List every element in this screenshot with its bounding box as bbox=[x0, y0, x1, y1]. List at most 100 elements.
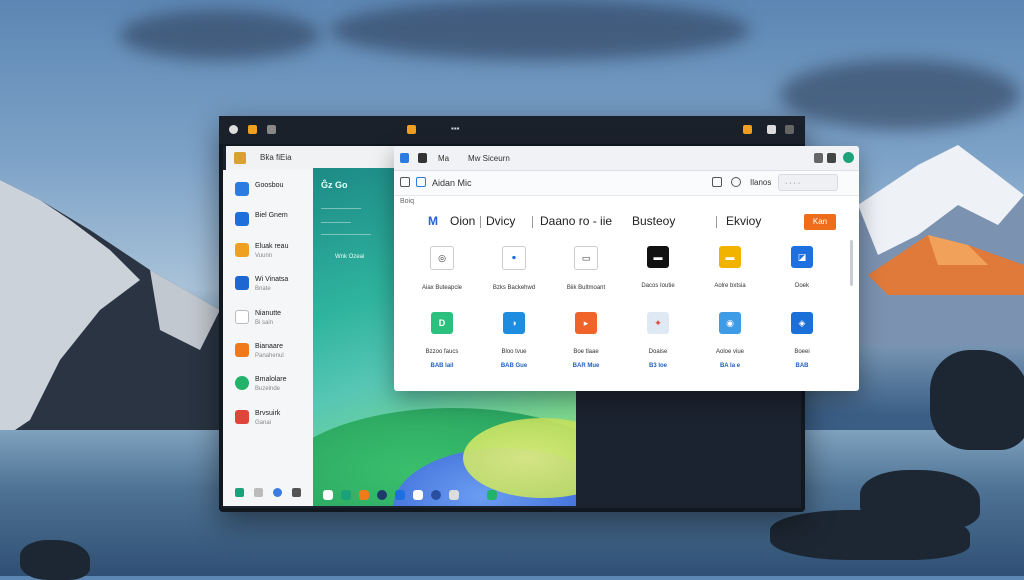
category-tab[interactable]: Busteoy bbox=[632, 214, 675, 228]
app-icon bbox=[235, 182, 249, 196]
view-icon[interactable] bbox=[712, 177, 722, 187]
minimize-icon[interactable] bbox=[827, 153, 836, 163]
panel-title: Ĝz Go bbox=[321, 180, 348, 190]
title-tab[interactable]: Ma bbox=[438, 154, 449, 163]
app-tile[interactable]: ◪ Doek bbox=[766, 246, 838, 289]
app-price[interactable]: BAB bbox=[766, 363, 838, 369]
app-tile[interactable]: ▸ Boe tlaae BAR Mue bbox=[550, 312, 622, 369]
app-tile[interactable]: ▬ Dacos Ioutie bbox=[622, 246, 694, 289]
window-control-icon[interactable] bbox=[785, 125, 794, 134]
back-icon[interactable] bbox=[400, 177, 410, 187]
sidebar-item-subtitle: Bnate bbox=[255, 286, 271, 292]
title-tab[interactable]: Mw Siceurn bbox=[468, 154, 510, 163]
rock bbox=[20, 540, 90, 580]
toolbar-title: Aidan Mic bbox=[432, 178, 472, 188]
app-price[interactable]: BAB lail bbox=[406, 363, 478, 369]
app-tile[interactable]: ▭ Biik Bultmoant bbox=[550, 246, 622, 291]
app-name: Bloo tvue bbox=[501, 349, 527, 355]
toolbar-label[interactable]: Ilanos bbox=[750, 178, 771, 187]
app-name: Aolre bxtsia bbox=[714, 283, 746, 289]
folder-icon[interactable] bbox=[248, 125, 257, 134]
category-tab[interactable]: Ekvioy bbox=[726, 214, 761, 228]
taskbar-app-icon[interactable] bbox=[359, 490, 369, 500]
app-icon[interactable] bbox=[273, 488, 282, 497]
app-icon[interactable] bbox=[292, 488, 301, 497]
app-icon: ◈ bbox=[791, 312, 813, 334]
sidebar-item-title: Bianaare bbox=[255, 343, 284, 350]
app-tile[interactable]: ◑ Bloo tvue BAB Gue bbox=[478, 312, 550, 369]
app-price[interactable]: BAB Gue bbox=[478, 363, 550, 369]
search-field[interactable]: · · · · bbox=[778, 174, 838, 191]
app-icon: ✦ bbox=[647, 312, 669, 334]
sidebar-item-subtitle: Bi sain bbox=[255, 320, 274, 326]
app-price[interactable]: BAR Mue bbox=[550, 363, 622, 369]
app-icon: ꔷ bbox=[502, 246, 526, 270]
category-tab[interactable]: Daano ro - iie bbox=[540, 214, 612, 228]
app-name: Dacos Ioutie bbox=[641, 283, 675, 289]
history-icon[interactable] bbox=[731, 177, 741, 187]
taskbar-app-icon[interactable] bbox=[487, 490, 497, 500]
taskbar-app-icon[interactable] bbox=[341, 490, 351, 500]
taskbar-app-icon[interactable] bbox=[323, 490, 333, 500]
app-name: Boeei bbox=[794, 349, 810, 355]
app-icon: ◪ bbox=[791, 246, 813, 268]
category-tab[interactable]: Oion bbox=[450, 214, 475, 228]
taskbar-app-icon[interactable] bbox=[449, 490, 459, 500]
app-name: Boe tlaae bbox=[573, 349, 599, 355]
app-name: Bzzoo faucs bbox=[425, 349, 459, 355]
logo-icon[interactable] bbox=[229, 125, 238, 134]
app-icon bbox=[235, 276, 249, 290]
app-name: Aiax Buteapcle bbox=[421, 285, 463, 291]
app-icon[interactable] bbox=[235, 488, 244, 497]
app-icon: ▸ bbox=[575, 312, 597, 334]
get-button[interactable]: Kan bbox=[804, 214, 836, 230]
panel-subtitle: Wnk Ozeai bbox=[335, 254, 365, 260]
sidebar-item-title: Brvsuirk bbox=[255, 410, 281, 417]
divider bbox=[321, 208, 361, 209]
window-titlebar: Ma Mw Siceurn bbox=[394, 146, 859, 171]
app-icon bbox=[235, 410, 249, 424]
app-tile[interactable]: ✦ Doaise B3 Ioe bbox=[622, 312, 694, 369]
sidebar-item-title: Wi Vinatsa bbox=[255, 276, 289, 283]
breadcrumb[interactable]: Boiq bbox=[400, 198, 414, 205]
app-price[interactable]: BA Ia e bbox=[694, 363, 766, 369]
app-name: Doek bbox=[794, 283, 809, 289]
app-tile[interactable]: ◎ Aiax Buteapcle bbox=[406, 246, 478, 291]
scrollbar[interactable] bbox=[850, 240, 853, 286]
sidebar-footer bbox=[235, 488, 301, 497]
taskbar-app-icon[interactable] bbox=[395, 490, 405, 500]
cloud bbox=[120, 10, 320, 60]
left-mountain bbox=[0, 180, 240, 460]
app-icon: ◎ bbox=[430, 246, 454, 270]
cloud bbox=[330, 0, 750, 60]
notification-icon[interactable] bbox=[743, 125, 752, 134]
app-tile[interactable]: ꔷ Bzks Backehwd bbox=[478, 246, 550, 291]
profile-icon[interactable] bbox=[843, 152, 854, 163]
settings-icon[interactable] bbox=[767, 125, 776, 134]
divider bbox=[480, 216, 481, 228]
app-icon[interactable] bbox=[254, 488, 263, 497]
rock bbox=[930, 350, 1024, 450]
app-name: Aoloe viue bbox=[715, 349, 745, 355]
sidebar-item-subtitle: Panahenul bbox=[255, 353, 284, 359]
category-tab[interactable]: Dvicy bbox=[486, 214, 515, 228]
app-icon: ◉ bbox=[719, 312, 741, 334]
app-price[interactable]: B3 Ioe bbox=[622, 363, 694, 369]
app-icon bbox=[235, 212, 249, 226]
monitor-bar-text: ▪▪▪ bbox=[451, 124, 460, 133]
app-tile[interactable]: ◉ Aoloe viue BA Ia e bbox=[694, 312, 766, 369]
taskbar-app-icon[interactable] bbox=[431, 490, 441, 500]
app-icon bbox=[234, 152, 246, 164]
folder-icon[interactable] bbox=[407, 125, 416, 134]
app-icon: ▭ bbox=[574, 246, 598, 270]
window-icon[interactable] bbox=[267, 125, 276, 134]
app-tile[interactable]: D Bzzoo faucs BAB lail bbox=[406, 312, 478, 369]
app-icon bbox=[235, 310, 249, 324]
taskbar-app-icon[interactable] bbox=[413, 490, 423, 500]
sidebar-item-subtitle: Vuunn bbox=[255, 253, 273, 259]
right-mountain bbox=[858, 145, 1024, 345]
share-icon[interactable] bbox=[814, 153, 823, 163]
taskbar-app-icon[interactable] bbox=[377, 490, 387, 500]
app-tile[interactable]: ▬ Aolre bxtsia bbox=[694, 246, 766, 289]
app-tile[interactable]: ◈ Boeei BAB bbox=[766, 312, 838, 369]
